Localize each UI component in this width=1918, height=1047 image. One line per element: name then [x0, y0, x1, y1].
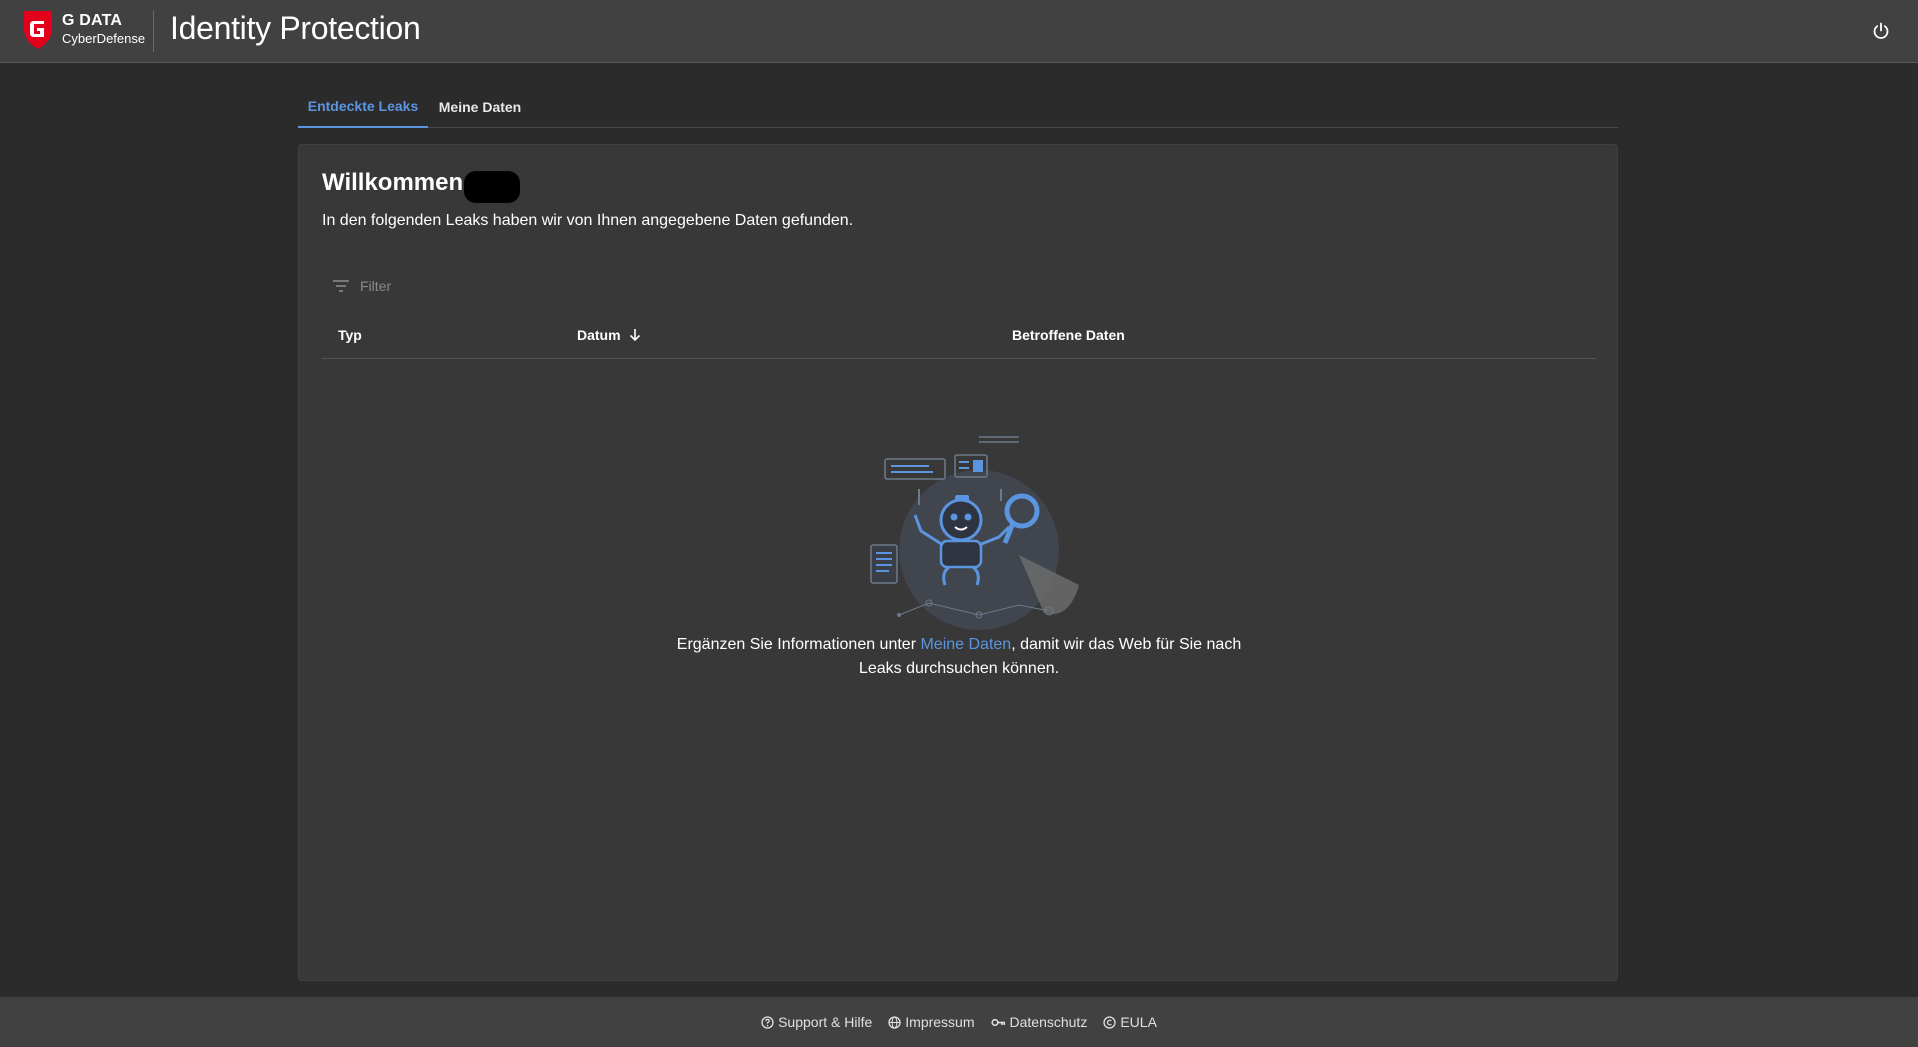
top-bar: G DATA CyberDefense Identity Protection: [0, 0, 1918, 63]
support-link[interactable]: Support & Hilfe: [761, 1014, 872, 1030]
footer-label: Impressum: [905, 1014, 975, 1030]
empty-state-message: Ergänzen Sie Informationen unter Meine D…: [659, 633, 1259, 681]
empty-text-before: Ergänzen Sie Informationen unter: [676, 636, 921, 653]
column-header-typ[interactable]: Typ: [338, 327, 362, 343]
robot-search-illustration: [870, 436, 1079, 630]
power-icon: [1873, 22, 1889, 39]
help-circle-icon: [761, 1015, 774, 1029]
column-label: Betroffene Daten: [1012, 327, 1125, 343]
arrow-down-icon: [629, 329, 640, 342]
welcome-heading: Willkommen,: [322, 169, 470, 196]
column-label: Typ: [338, 327, 362, 343]
copyright-icon: [1103, 1015, 1116, 1029]
filter-placeholder: Filter: [360, 278, 392, 294]
tab-entdeckte-leaks[interactable]: Entdeckte Leaks: [298, 86, 428, 128]
filter-input[interactable]: Filter: [332, 273, 391, 299]
impressum-link[interactable]: Impressum: [888, 1014, 975, 1030]
brand-subline: CyberDefense: [62, 31, 146, 46]
column-label: Datum: [577, 327, 621, 343]
eula-link[interactable]: EULA: [1103, 1014, 1157, 1030]
datenschutz-link[interactable]: Datenschutz: [990, 1014, 1088, 1030]
filter-icon: [333, 280, 349, 292]
footer-label: Datenschutz: [1009, 1014, 1088, 1030]
key-icon: [990, 1018, 1005, 1026]
welcome-subtitle: In den folgenden Leaks haben wir von Ihn…: [322, 212, 854, 229]
gdata-logo: G DATA CyberDefense: [20, 9, 145, 53]
tab-meine-daten[interactable]: Meine Daten: [428, 86, 532, 128]
column-header-datum[interactable]: Datum: [577, 327, 641, 343]
footer: Support & Hilfe Impressum Datenschutz EU…: [0, 997, 1918, 1047]
power-button[interactable]: [1868, 18, 1894, 44]
redacted-username: [464, 171, 520, 203]
brand-name: G DATA: [62, 12, 123, 29]
globe-icon: [888, 1015, 901, 1029]
tab-bar: Entdeckte Leaks Meine Daten: [298, 86, 1618, 128]
meine-daten-link[interactable]: Meine Daten: [920, 636, 1011, 653]
footer-label: Support & Hilfe: [778, 1014, 873, 1030]
table-header: Typ Datum Betroffene Daten: [322, 313, 1596, 359]
header-divider: [153, 10, 154, 52]
leaks-card: Willkommen, In den folgenden Leaks haben…: [298, 144, 1618, 981]
column-header-betroffene-daten[interactable]: Betroffene Daten: [1012, 327, 1125, 343]
app-title: Identity Protection: [170, 10, 421, 46]
footer-label: EULA: [1120, 1014, 1157, 1030]
gdata-shield-icon: [24, 11, 52, 49]
